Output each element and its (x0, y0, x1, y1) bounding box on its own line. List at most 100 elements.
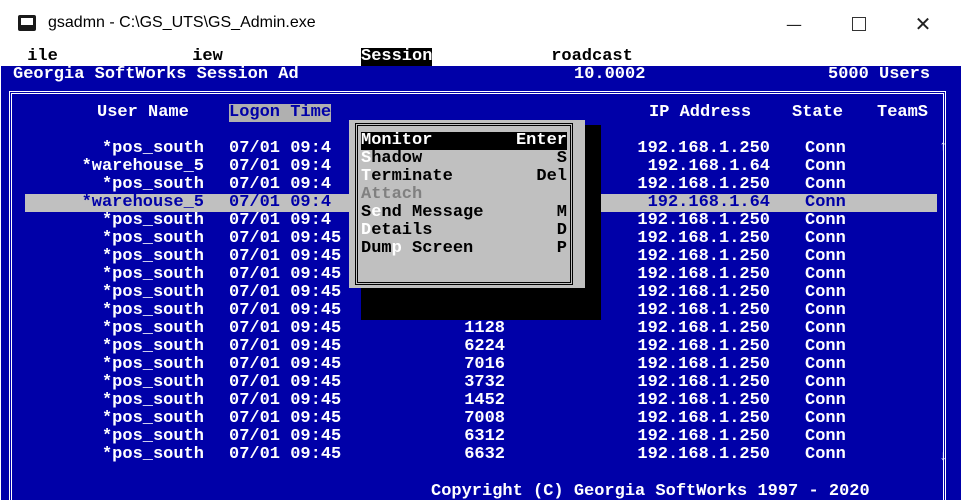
menu-item-label: Monitor (361, 131, 433, 150)
cell-state: Conn (805, 319, 846, 338)
cell-user: *pos_south (101, 283, 204, 302)
cell-logon: 07/01 09:45 (229, 247, 342, 266)
cell-user: *pos_south (101, 427, 204, 446)
cell-ip: 192.168.1.250 (637, 175, 770, 194)
column-header-state[interactable]: State (792, 104, 843, 122)
column-header-user-name[interactable]: User Name (97, 104, 189, 122)
copyright-footer: Copyright (C) Georgia SoftWorks 1997 - 2… (431, 482, 870, 501)
cell-logon: 07/01 09:45 (229, 409, 342, 428)
maximize-button[interactable] (836, 0, 882, 48)
minimize-button[interactable]: — (771, 0, 817, 48)
cell-logon: 07/01 09:45 (229, 337, 342, 356)
menu-view-label: iew (192, 48, 223, 66)
scroll-up-arrow-icon[interactable]: ↑ (939, 138, 947, 156)
cell-state: Conn (805, 301, 846, 320)
menu-view[interactable]: View (182, 48, 223, 66)
menu-item-hotkey: D (361, 221, 372, 240)
menu-item-label: S (361, 203, 372, 222)
cell-user: *pos_south (101, 229, 204, 248)
cell-user: *pos_south (101, 211, 204, 230)
menu-item-dump-screen[interactable]: Dump Screen P (361, 240, 567, 258)
menu-file[interactable]: File (17, 48, 58, 66)
column-header-logon-time[interactable]: Logon Time (229, 104, 332, 122)
cell-logon: 07/01 09:4 (229, 211, 332, 230)
cell-user: *warehouse_5 (81, 193, 204, 212)
column-header-teams[interactable]: TeamS (877, 104, 928, 122)
cell-state: Conn (805, 283, 846, 302)
cell-user: *warehouse_5 (81, 157, 204, 176)
cell-state: Conn (805, 337, 846, 356)
app-name-status: Georgia SoftWorks Session Ad (13, 65, 299, 84)
cell-logon: 07/01 09:4 (229, 175, 332, 194)
cell-user: *pos_south (101, 355, 204, 374)
cell-logon: 07/01 09:45 (229, 265, 342, 284)
cell-user: *pos_south (101, 409, 204, 428)
cell-ip: 192.168.1.250 (637, 445, 770, 464)
menu-broadcast-hotkey: B (541, 48, 552, 66)
cell-user: *pos_south (101, 265, 204, 284)
cell-pid: 6632 (464, 445, 505, 464)
console-app-icon[interactable] (18, 15, 36, 31)
cell-ip: 192.168.1.250 (637, 337, 770, 356)
cell-state: Conn (805, 373, 846, 392)
menu-item-label: erminate (371, 167, 453, 186)
cell-ip: 192.168.1.250 (637, 247, 770, 266)
cell-logon: 07/01 09:45 (229, 445, 342, 464)
cell-logon: 07/01 09:45 (229, 355, 342, 374)
cell-logon: 07/01 09:45 (229, 391, 342, 410)
menu-view-hotkey: V (182, 48, 193, 66)
cell-logon: 07/01 09:4 (229, 193, 332, 212)
menu-item-shortcut: D (556, 221, 567, 240)
menu-session[interactable]: Session (361, 48, 433, 66)
cell-ip: 192.168.1.250 (637, 211, 770, 230)
cell-ip: 192.168.1.250 (637, 391, 770, 410)
cell-state: Conn (805, 211, 846, 230)
cell-ip: 192.168.1.64 (647, 157, 770, 176)
cell-ip: 192.168.1.250 (637, 409, 770, 428)
menu-item-label: etails (371, 221, 433, 240)
column-header-ip-address[interactable]: IP Address (649, 104, 751, 122)
cell-ip: 192.168.1.64 (647, 193, 770, 212)
cell-state: Conn (805, 175, 846, 194)
menu-file-hotkey: F (17, 48, 28, 66)
cell-logon: 07/01 09:4 (229, 139, 332, 158)
close-button[interactable]: ✕ (900, 0, 946, 48)
scroll-down-arrow-icon[interactable]: ↓ (939, 448, 947, 466)
menu-item-label: nd Message (381, 203, 484, 222)
cell-state: Conn (805, 427, 846, 446)
cell-user: *pos_south (101, 319, 204, 338)
cell-ip: 192.168.1.250 (637, 301, 770, 320)
cell-state: Conn (805, 193, 846, 212)
menu-broadcast[interactable]: Broadcast (541, 48, 633, 66)
menu-item-attach: Attach (361, 186, 567, 204)
cell-logon: 07/01 09:45 (229, 283, 342, 302)
cell-state: Conn (805, 157, 846, 176)
window-title: gsadmn - C:\GS_UTS\GS_Admin.exe (48, 14, 316, 31)
cell-user: *pos_south (101, 175, 204, 194)
title-bar: gsadmn - C:\GS_UTS\GS_Admin.exe — ✕ (0, 0, 963, 48)
menu-broadcast-label: roadcast (551, 48, 633, 66)
cell-state: Conn (805, 265, 846, 284)
cell-logon: 07/01 09:4 (229, 157, 332, 176)
menu-item-monitor[interactable]: Monitor Enter (361, 132, 567, 150)
cell-state: Conn (805, 355, 846, 374)
cell-ip: 192.168.1.250 (637, 265, 770, 284)
menu-item-send-message[interactable]: Send Message M (361, 204, 567, 222)
menu-item-label: hadow (371, 149, 423, 168)
cell-pid: 3732 (464, 373, 505, 392)
cell-state: Conn (805, 229, 846, 248)
menu-item-shortcut: Enter (515, 131, 567, 150)
menu-item-terminate[interactable]: Terminate Del (361, 168, 567, 186)
cell-ip: 192.168.1.250 (637, 229, 770, 248)
cell-user: *pos_south (101, 337, 204, 356)
menu-item-label: Attach (361, 185, 423, 204)
menu-item-shadow[interactable]: Shadow S (361, 150, 567, 168)
cell-state: Conn (805, 247, 846, 266)
cell-pid: 1452 (464, 391, 505, 410)
cell-state: Conn (805, 409, 846, 428)
cell-user: *pos_south (101, 391, 204, 410)
cell-ip: 192.168.1.250 (637, 427, 770, 446)
menu-item-details[interactable]: Details D (361, 222, 567, 240)
cell-ip: 192.168.1.250 (637, 139, 770, 158)
close-icon: ✕ (914, 12, 932, 36)
